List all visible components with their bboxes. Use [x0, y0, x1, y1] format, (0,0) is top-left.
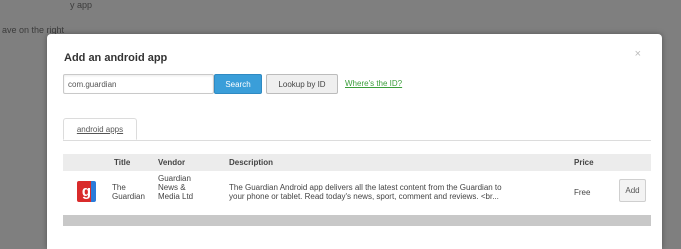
- search-button[interactable]: Search: [214, 74, 262, 94]
- lookup-by-id-button[interactable]: Lookup by ID: [266, 74, 338, 94]
- table-row: g The Guardian Guardian News & Media Ltd…: [63, 171, 651, 213]
- tab-label: android apps: [76, 125, 124, 134]
- background-text-line: y app: [70, 0, 93, 10]
- app-vendor-line: Guardian: [158, 174, 191, 183]
- app-title-line: Guardian: [112, 192, 145, 201]
- app-vendor-line: News &: [158, 183, 186, 192]
- app-vendor-line: Media Ltd: [158, 192, 194, 201]
- column-header-title: Title: [114, 158, 131, 167]
- tab-android-apps[interactable]: android apps: [63, 118, 137, 140]
- results-table: Title Vendor Description Price g The Gua…: [63, 154, 651, 213]
- app-description-line: The Guardian Android app delivers all th…: [229, 183, 502, 192]
- column-header-description: Description: [229, 158, 274, 167]
- tab-divider: [63, 140, 651, 141]
- add-app-button[interactable]: Add: [619, 179, 646, 202]
- app-description-line: your phone or tablet. Read today's news,…: [229, 192, 499, 201]
- app-id-search-input[interactable]: [63, 74, 214, 94]
- close-icon[interactable]: ×: [635, 48, 641, 60]
- column-header-vendor: Vendor: [158, 158, 186, 167]
- guardian-app-icon: g: [77, 181, 96, 202]
- app-title: The Guardian: [112, 183, 145, 201]
- app-title-line: The: [112, 183, 126, 192]
- app-price: Free: [574, 188, 591, 197]
- table-header: Title Vendor Description Price: [63, 154, 651, 171]
- column-header-price: Price: [574, 158, 594, 167]
- app-description: The Guardian Android app delivers all th…: [229, 183, 502, 201]
- wheres-the-id-link[interactable]: Where's the ID?: [345, 79, 402, 88]
- add-android-app-dialog: Add an android app × Search Lookup by ID…: [47, 34, 662, 249]
- app-vendor: Guardian News & Media Ltd: [158, 174, 193, 201]
- dialog-title: Add an android app: [64, 52, 168, 64]
- horizontal-scrollbar[interactable]: [63, 215, 651, 226]
